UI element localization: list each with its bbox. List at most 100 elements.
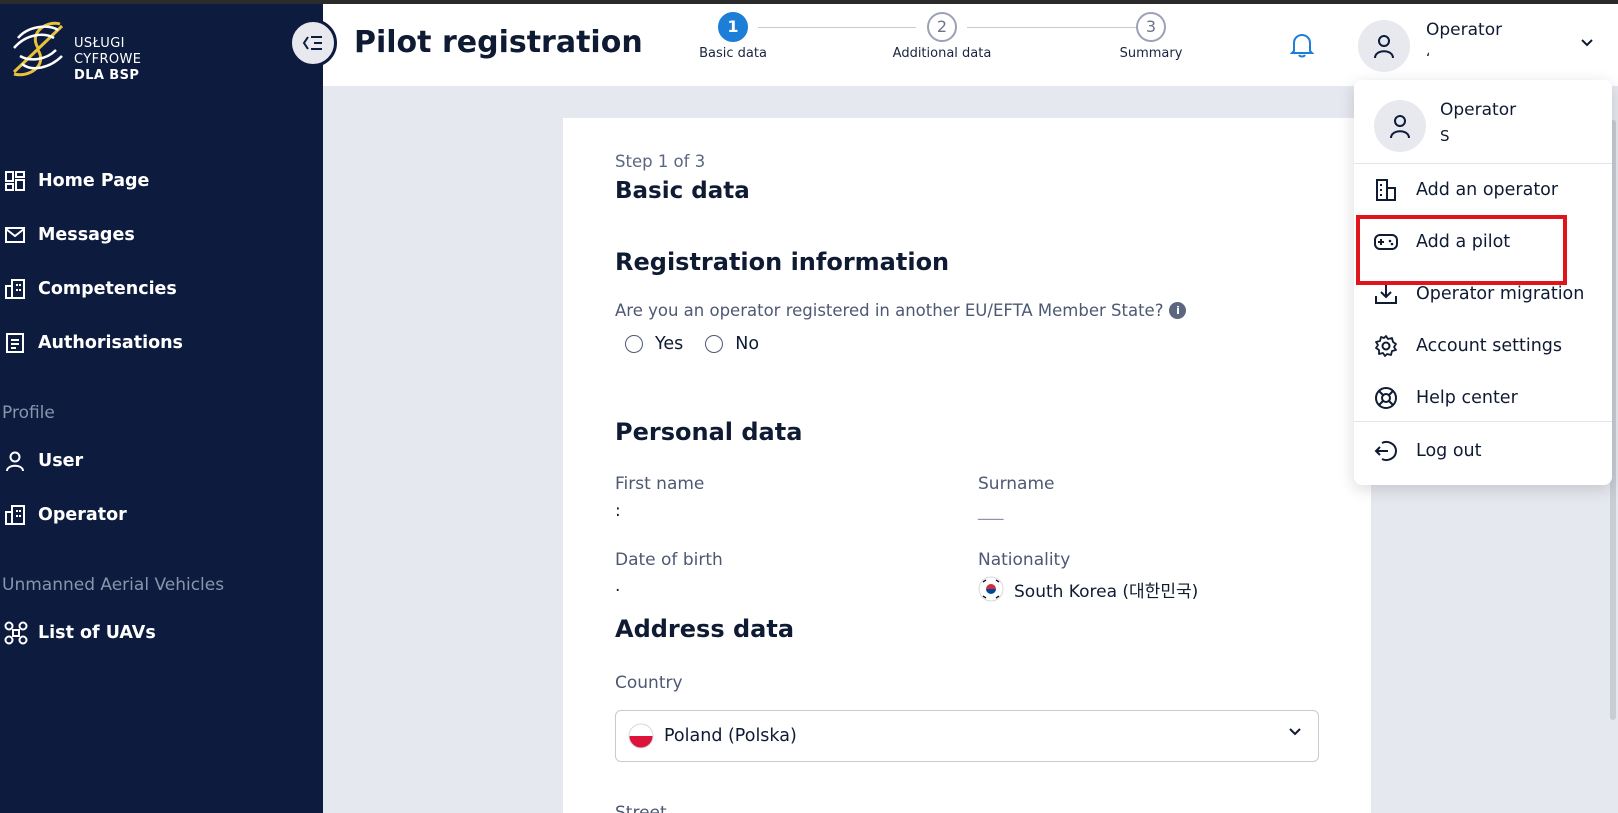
registration-form-card: Step 1 of 3 Basic data Registration info… bbox=[563, 118, 1371, 813]
avatar bbox=[1374, 100, 1426, 152]
step-number: 3 bbox=[1136, 12, 1166, 42]
eu-operator-question: Are you an operator registered in anothe… bbox=[615, 301, 1187, 320]
surname-value: ___ bbox=[978, 501, 1004, 521]
sidebar-item-label: Home Page bbox=[38, 171, 150, 191]
dropdown-user-subtitle: S bbox=[1440, 127, 1450, 145]
user-icon bbox=[1390, 115, 1410, 139]
country-select[interactable]: Poland (Polska) bbox=[615, 710, 1319, 762]
dropdown-user-header: Operator S bbox=[1354, 80, 1612, 164]
nationality-label: Nationality bbox=[978, 550, 1071, 570]
brand-line-3: DLA BSP bbox=[74, 68, 140, 83]
sidebar-item-operator[interactable]: Operator bbox=[0, 495, 323, 535]
gear-icon bbox=[1374, 334, 1402, 358]
avatar bbox=[1358, 20, 1410, 72]
step-label: Basic data bbox=[699, 46, 767, 61]
question-text: Are you an operator registered in anothe… bbox=[615, 301, 1164, 320]
step-counter: Step 1 of 3 bbox=[615, 152, 706, 171]
menu-item-label: Log out bbox=[1416, 441, 1482, 461]
south-korea-flag-icon bbox=[978, 576, 1004, 602]
brand-line-2: CYFROWE bbox=[74, 52, 142, 67]
user-subtitle-text: ʻ bbox=[1426, 51, 1431, 67]
registration-info-heading: Registration information bbox=[615, 248, 950, 276]
menu-item-help-center[interactable]: Help center bbox=[1354, 378, 1612, 418]
propeller-logo-icon bbox=[12, 21, 64, 77]
menu-item-log-out[interactable]: Log out bbox=[1354, 431, 1612, 471]
user-icon bbox=[1374, 35, 1394, 59]
sidebar-item-home-page[interactable]: Home Page bbox=[0, 161, 323, 201]
lifebuoy-icon bbox=[1374, 386, 1402, 410]
sidebar-item-label: Messages bbox=[38, 225, 135, 245]
user-menu-button[interactable]: Operator ʻ bbox=[1358, 18, 1598, 74]
menu-item-account-settings[interactable]: Account settings bbox=[1354, 326, 1612, 366]
page-title: Pilot registration bbox=[354, 25, 643, 60]
user-icon bbox=[0, 449, 32, 473]
radio-yes-label[interactable]: Yes bbox=[655, 334, 683, 354]
radio-no-label[interactable]: No bbox=[735, 334, 759, 354]
user-dropdown-menu: Operator S Add an operator Add a pilot O… bbox=[1354, 80, 1612, 485]
section-label-profile: Profile bbox=[2, 403, 55, 423]
surname-label: Surname bbox=[978, 474, 1055, 494]
collapse-menu-icon bbox=[302, 36, 322, 50]
sidebar-item-list-of-uavs[interactable]: List of UAVs bbox=[0, 613, 323, 653]
sidebar-item-competencies[interactable]: Competencies bbox=[0, 269, 323, 309]
step-label: Additional data bbox=[892, 46, 992, 61]
dropdown-user-name: Operator bbox=[1440, 100, 1517, 120]
step-number: 1 bbox=[718, 12, 748, 42]
step-label: Summary bbox=[1119, 46, 1183, 61]
section-label-uav: Unmanned Aerial Vehicles bbox=[2, 575, 225, 595]
nationality-value: South Korea (대한민국) bbox=[1014, 581, 1199, 602]
download-icon bbox=[1374, 282, 1402, 306]
collapse-sidebar-button[interactable] bbox=[289, 19, 337, 67]
street-label: Street bbox=[615, 803, 667, 813]
date-of-birth-value: . bbox=[615, 576, 621, 596]
menu-item-label: Help center bbox=[1416, 388, 1518, 408]
document-icon bbox=[0, 331, 32, 355]
user-subtitle: ʻ bbox=[1426, 48, 1516, 67]
date-of-birth-label: Date of birth bbox=[615, 550, 723, 570]
radio-yes[interactable] bbox=[625, 335, 643, 353]
brand-text: USŁUGI CYFROWE DLA BSP bbox=[74, 36, 141, 84]
menu-item-add-pilot[interactable]: Add a pilot bbox=[1354, 222, 1612, 262]
menu-item-label: Account settings bbox=[1416, 336, 1563, 356]
menu-item-operator-migration[interactable]: Operator migration bbox=[1354, 274, 1612, 314]
address-data-heading: Address data bbox=[615, 615, 795, 643]
building-icon bbox=[0, 277, 32, 301]
logout-icon bbox=[1374, 439, 1402, 463]
gamepad-icon bbox=[1374, 232, 1402, 252]
user-name: Operator bbox=[1426, 20, 1503, 40]
country-select-value: Poland (Polska) bbox=[664, 726, 797, 746]
sidebar-item-label: User bbox=[38, 451, 84, 471]
radio-no[interactable] bbox=[705, 335, 724, 353]
bell-icon bbox=[1289, 33, 1315, 58]
building-icon bbox=[0, 503, 32, 527]
poland-flag-icon bbox=[628, 723, 654, 749]
chevron-down-icon bbox=[1289, 728, 1301, 736]
menu-item-label: Operator migration bbox=[1416, 284, 1585, 304]
sidebar-item-label: Operator bbox=[38, 505, 127, 525]
building-icon bbox=[1374, 178, 1402, 202]
step-title: Basic data bbox=[615, 178, 750, 204]
sidebar-item-user[interactable]: User bbox=[0, 441, 323, 481]
country-label: Country bbox=[615, 673, 683, 693]
menu-divider bbox=[1354, 421, 1612, 422]
nationality-value-row: South Korea (대한민국) bbox=[978, 576, 1198, 602]
notifications-button[interactable] bbox=[1289, 32, 1315, 62]
sidebar-item-label: Authorisations bbox=[38, 333, 183, 353]
info-icon[interactable]: i bbox=[1169, 302, 1187, 319]
drone-icon bbox=[0, 621, 32, 645]
step-basic-data[interactable]: 1 Basic data bbox=[673, 12, 793, 61]
menu-item-label: Add a pilot bbox=[1416, 232, 1511, 252]
step-additional-data[interactable]: 2 Additional data bbox=[882, 12, 1002, 61]
menu-item-label: Add an operator bbox=[1416, 180, 1559, 200]
step-summary[interactable]: 3 Summary bbox=[1091, 12, 1211, 61]
brand-logo[interactable]: USŁUGI CYFROWE DLA BSP bbox=[8, 16, 168, 86]
sidebar-item-messages[interactable]: Messages bbox=[0, 215, 323, 255]
menu-item-add-operator[interactable]: Add an operator bbox=[1354, 170, 1612, 210]
brand-line-1: USŁUGI bbox=[74, 36, 125, 51]
sidebar-item-label: List of UAVs bbox=[38, 623, 156, 643]
sidebar-item-authorisations[interactable]: Authorisations bbox=[0, 323, 323, 363]
chevron-down-icon bbox=[1581, 39, 1593, 47]
personal-data-heading: Personal data bbox=[615, 418, 803, 446]
first-name-value: : bbox=[615, 501, 621, 521]
eu-operator-radio-group: Yes No bbox=[625, 334, 759, 354]
